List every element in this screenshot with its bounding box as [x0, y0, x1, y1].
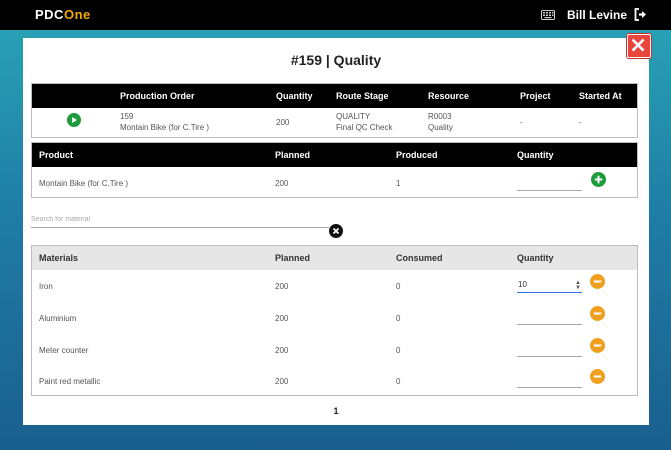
table-header: Product Planned Produced Quantity: [32, 143, 637, 167]
pagination-current-page[interactable]: 1: [23, 406, 649, 416]
route-stage-detail: Final QC Check: [336, 123, 393, 132]
product-planned: 200: [275, 179, 289, 188]
column-header: Materials: [39, 253, 79, 263]
keyboard-icon[interactable]: [541, 10, 555, 20]
material-consumed: 0: [396, 346, 401, 355]
product-name: Montain Bike (for C.Tire ): [39, 179, 129, 188]
column-header: Production Order: [120, 91, 195, 101]
material-planned: 200: [275, 377, 289, 386]
column-header: Started At: [579, 91, 622, 101]
column-header: Quantity: [517, 253, 554, 263]
app-logo[interactable]: PDCOne: [35, 7, 91, 22]
minus-circle-icon[interactable]: [590, 338, 605, 353]
modal-title: #159 | Quality: [290, 52, 382, 68]
column-header: Quantity: [276, 91, 313, 101]
quality-modal: #159 | Quality Production Order Quantity…: [23, 34, 651, 425]
user-name[interactable]: Bill Levine: [567, 8, 627, 22]
material-search-input[interactable]: [31, 212, 329, 228]
order-id: 159: [120, 112, 134, 121]
play-icon[interactable]: [67, 113, 81, 127]
column-header: Planned: [275, 150, 311, 160]
material-name: Iron: [39, 282, 53, 291]
plus-circle-icon[interactable]: [591, 172, 606, 187]
table-header: Materials Planned Consumed Quantity: [32, 246, 637, 270]
order-name: Montain Bike (for C.Tire ): [120, 123, 210, 132]
clear-circle-icon[interactable]: [329, 224, 343, 238]
route-stage: QUALITY: [336, 112, 371, 121]
project-value: -: [520, 118, 523, 127]
minus-circle-icon[interactable]: [590, 306, 605, 321]
order-quantity: 200: [276, 118, 290, 127]
material-planned: 200: [275, 282, 289, 291]
material-planned: 200: [275, 346, 289, 355]
minus-circle-icon[interactable]: [590, 369, 605, 384]
table-header: Production Order Quantity Route Stage Re…: [32, 84, 637, 108]
column-header: Resource: [428, 91, 470, 101]
materials-table: Materials Planned Consumed Quantity Iron…: [31, 245, 638, 396]
material-consumed: 0: [396, 377, 401, 386]
production-order-table: Production Order Quantity Route Stage Re…: [31, 83, 638, 138]
material-name: Paint red metallic: [39, 377, 101, 386]
logout-icon[interactable]: [634, 8, 647, 21]
column-header: Produced: [396, 150, 438, 160]
product-table: Product Planned Produced Quantity Montai…: [31, 142, 638, 198]
column-header: Product: [39, 150, 74, 160]
material-name: Aluminium: [39, 314, 77, 323]
resource-name: Quality: [428, 123, 453, 132]
started-at-value: -: [579, 118, 582, 127]
column-header: Project: [520, 91, 551, 101]
logo-left-text: PDC: [35, 7, 64, 22]
material-consumed: 0: [396, 314, 401, 323]
material-quantity-input[interactable]: [517, 277, 582, 293]
top-bar: PDCOne Bill Levine: [0, 0, 671, 30]
material-name: Meter counter: [39, 346, 89, 355]
material-quantity-input[interactable]: [517, 372, 582, 388]
column-header: Route Stage: [336, 91, 389, 101]
logo-right-text: One: [63, 7, 91, 22]
minus-circle-icon[interactable]: [590, 274, 605, 289]
product-quantity-input[interactable]: [517, 175, 582, 191]
column-header: Consumed: [396, 253, 443, 263]
material-quantity-input[interactable]: [517, 341, 582, 357]
material-quantity-input[interactable]: [517, 309, 582, 325]
material-consumed: 0: [396, 282, 401, 291]
column-header: Quantity: [517, 150, 554, 160]
quantity-stepper[interactable]: ▲ ▼: [575, 280, 581, 291]
column-header: Planned: [275, 253, 311, 263]
product-produced: 1: [396, 179, 401, 188]
material-planned: 200: [275, 314, 289, 323]
resource-code: R0003: [428, 112, 452, 121]
